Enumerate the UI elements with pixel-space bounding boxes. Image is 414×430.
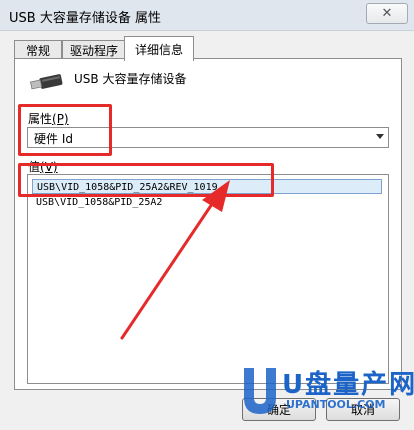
device-name: USB 大容量存储设备 xyxy=(74,72,187,86)
tab-label: 驱动程序 xyxy=(69,44,118,58)
property-dropdown[interactable]: 硬件 Id xyxy=(27,127,389,148)
usb-drive-icon xyxy=(30,74,63,90)
value-listbox[interactable]: USB\VID_1058&PID_25A2&REV_1019 USB\VID_1… xyxy=(27,174,389,384)
tab-general[interactable]: 常规 xyxy=(14,40,62,60)
window-title: USB 大容量存储设备 属性 xyxy=(9,11,161,26)
title-bar: USB 大容量存储设备 属性 ✕ xyxy=(0,0,414,31)
property-label-text: 属性 xyxy=(28,112,53,126)
property-selected-value: 硬件 Id xyxy=(34,132,73,146)
close-icon: ✕ xyxy=(381,6,393,21)
tab-label: 常规 xyxy=(25,44,50,58)
value-label-text: 值 xyxy=(28,160,41,174)
property-hotkey: (P) xyxy=(52,112,69,126)
list-item[interactable]: USB\VID_1058&PID_25A2 xyxy=(32,195,382,210)
value-hotkey: (V) xyxy=(40,160,58,174)
value-label: 值(V) xyxy=(28,158,58,175)
tab-driver[interactable]: 驱动程序 xyxy=(62,40,126,60)
chevron-down-icon xyxy=(376,134,384,139)
property-label: 属性(P) xyxy=(28,110,69,127)
tab-label: 详细信息 xyxy=(134,42,183,57)
ok-button[interactable]: 确定 xyxy=(242,398,316,421)
close-button[interactable]: ✕ xyxy=(366,3,408,24)
cancel-button[interactable]: 取消 xyxy=(326,398,400,421)
list-item[interactable]: USB\VID_1058&PID_25A2&REV_1019 xyxy=(32,179,382,194)
tab-details[interactable]: 详细信息 xyxy=(124,36,194,61)
